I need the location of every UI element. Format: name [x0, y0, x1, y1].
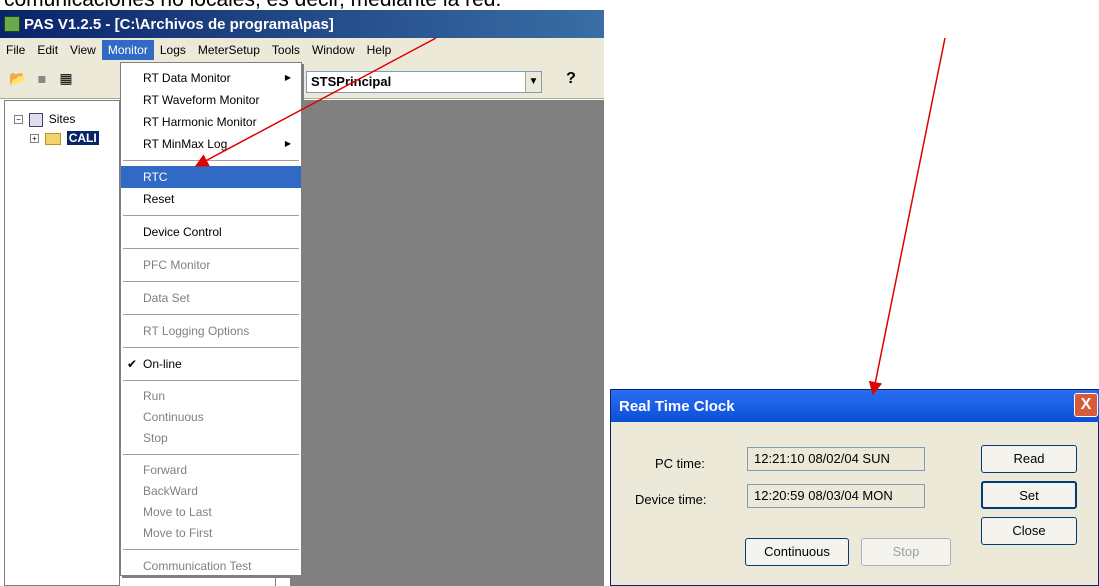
- continuous-button[interactable]: Continuous: [745, 538, 849, 566]
- menu-edit[interactable]: Edit: [31, 40, 64, 60]
- menu-separator: [123, 314, 299, 315]
- submenu-arrow-icon: ▶: [284, 73, 291, 82]
- menu-item-online[interactable]: ✔ On-line: [121, 353, 301, 375]
- arrow-to-rtc-dialog: [868, 37, 946, 396]
- menu-item-communication-test: Communication Test: [143, 559, 252, 573]
- open-folder-icon[interactable]: 📂: [8, 69, 28, 89]
- app-title-bar: PAS V1.2.5 - [C:\Archivos de programa\pa…: [0, 10, 604, 38]
- tree-node-cali-label: CALI: [66, 131, 99, 145]
- menu-window[interactable]: Window: [306, 40, 361, 60]
- menu-monitor[interactable]: Monitor: [101, 39, 154, 60]
- toolbar: 📂 ▪ ▦ STSPrincipal ▼ ?: [0, 61, 604, 99]
- menu-metersetup[interactable]: MeterSetup: [192, 40, 266, 60]
- submenu-arrow-icon: ▶: [284, 139, 291, 148]
- menu-separator: [123, 281, 299, 282]
- site-select[interactable]: STSPrincipal ▼: [306, 71, 542, 93]
- real-time-clock-dialog: Real Time Clock X PC time: 12:21:10 08/0…: [610, 389, 1099, 586]
- menu-item-rt-harmonic-monitor[interactable]: RT Harmonic Monitor: [121, 111, 301, 133]
- chevron-down-icon[interactable]: ▼: [525, 72, 541, 92]
- menu-item-rt-logging-options: RT Logging Options: [143, 324, 250, 338]
- menu-file[interactable]: File: [0, 40, 31, 60]
- menu-logs[interactable]: Logs: [154, 40, 192, 60]
- help-icon[interactable]: ?: [560, 70, 582, 94]
- stop-button: Stop: [861, 538, 951, 566]
- menu-item-rt-data-monitor[interactable]: RT Data Monitor ▶: [121, 67, 301, 89]
- menu-separator: [123, 549, 299, 550]
- menu-item-reset[interactable]: Reset: [121, 188, 301, 210]
- menu-help[interactable]: Help: [361, 40, 398, 60]
- read-button[interactable]: Read: [981, 445, 1077, 473]
- sites-icon: [29, 112, 44, 127]
- close-button[interactable]: Close: [981, 517, 1077, 545]
- menu-item-device-control[interactable]: Device Control: [121, 221, 301, 243]
- menu-bar: File Edit View Monitor Logs MeterSetup T…: [0, 38, 604, 61]
- save-all-icon[interactable]: ▦: [56, 69, 76, 89]
- menu-item-pfc-monitor: PFC Monitor: [143, 258, 211, 272]
- menu-item-move-to-last: Move to Last: [143, 505, 212, 519]
- dialog-title-bar: Real Time Clock X: [611, 390, 1099, 422]
- menu-tools[interactable]: Tools: [266, 40, 306, 60]
- menu-view[interactable]: View: [64, 40, 102, 60]
- device-time-field: 12:20:59 08/03/04 MON: [747, 484, 925, 508]
- pc-time-field: 12:21:10 08/02/04 SUN: [747, 447, 925, 471]
- menu-separator: [123, 160, 299, 161]
- menu-item-run: Run: [143, 389, 166, 403]
- set-button[interactable]: Set: [981, 481, 1077, 509]
- menu-item-backward: BackWard: [143, 484, 198, 498]
- menu-separator: [123, 380, 299, 381]
- collapse-icon[interactable]: −: [14, 115, 23, 125]
- menu-item-rtc[interactable]: RTC: [121, 166, 301, 188]
- menu-item-continuous: Continuous: [143, 410, 204, 424]
- menu-item-rt-minmax-log[interactable]: RT MinMax Log ▶: [121, 133, 301, 155]
- menu-item-data-set: Data Set: [143, 291, 190, 305]
- monitor-menu: RT Data Monitor ▶ RT Waveform Monitor RT…: [120, 62, 302, 576]
- menu-separator: [123, 347, 299, 348]
- tree-node-cali[interactable]: + CALI: [30, 131, 99, 145]
- menu-item-stop: Stop: [143, 431, 168, 445]
- close-icon[interactable]: X: [1074, 393, 1098, 417]
- workspace-area: [290, 100, 604, 586]
- menu-separator: [123, 248, 299, 249]
- menu-separator: [123, 215, 299, 216]
- app-title: PAS V1.2.5 - [C:\Archivos de programa\pa…: [24, 15, 334, 33]
- menu-item-forward: Forward: [143, 463, 188, 477]
- site-select-value: STSPrincipal: [311, 74, 392, 89]
- checkmark-icon: ✔: [127, 357, 138, 371]
- tree-node-sites-label: Sites: [48, 112, 76, 126]
- site-tree-pane: [4, 100, 120, 586]
- menu-separator: [123, 454, 299, 455]
- pc-time-label: PC time:: [655, 456, 705, 471]
- menu-item-rt-waveform-monitor[interactable]: RT Waveform Monitor: [121, 89, 301, 111]
- dialog-title: Real Time Clock: [619, 397, 735, 415]
- app-icon: [4, 16, 20, 32]
- save-icon[interactable]: ▪: [32, 69, 52, 89]
- menu-item-move-to-first: Move to First: [143, 526, 213, 540]
- folder-icon: [45, 132, 62, 145]
- expand-icon[interactable]: +: [30, 134, 39, 144]
- tree-node-sites[interactable]: − Sites: [14, 112, 75, 127]
- device-time-label: Device time:: [635, 492, 707, 507]
